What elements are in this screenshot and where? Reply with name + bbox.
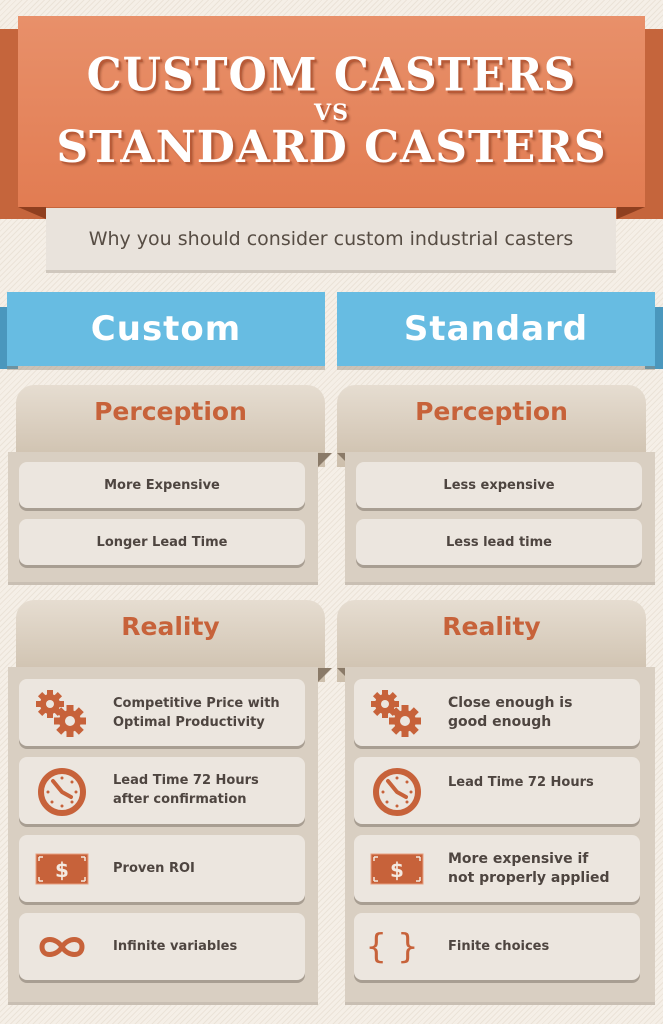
infinity-icon [33, 933, 91, 961]
item-text-line1: Infinite variables [113, 939, 238, 954]
fold-corner [318, 668, 332, 682]
custom-perception-card: More Expensive Longer Lead Time [8, 452, 318, 582]
item-text-line1: Lead Time 72 Hours [448, 775, 594, 790]
ribbon-fold-right [617, 207, 645, 219]
dollar-bill-icon: $ [368, 853, 426, 885]
fold-corner [318, 453, 332, 467]
list-item: Competitive Price with Optimal Productivi… [19, 679, 305, 746]
item-text-line1: Proven ROI [113, 861, 195, 876]
standard-perception-card: Less expensive Less lead time [345, 452, 655, 582]
list-item: Longer Lead Time [19, 519, 305, 565]
clock-icon [33, 767, 91, 817]
list-item: $ Proven ROI [19, 835, 305, 902]
subtitle: Why you should consider custom industria… [46, 208, 616, 270]
item-text: Less expensive [443, 477, 555, 493]
svg-text:$: $ [55, 858, 69, 882]
title-line-2: STANDARD CASTERS [56, 121, 607, 173]
dollar-bill-icon: $ [33, 853, 91, 885]
item-text-line1: Lead Time 72 Hours [113, 773, 259, 788]
item-text-line2: Optimal Productivity [113, 714, 265, 730]
list-item: Less expensive [356, 462, 642, 508]
list-item: $ More expensive if not properly applied [354, 835, 640, 902]
title-vs: VS [314, 99, 349, 126]
list-item: Close enough is good enough [354, 679, 640, 746]
standard-heading: Standard [337, 292, 655, 366]
svg-text:$: $ [390, 858, 404, 882]
item-text-line2: not properly applied [448, 869, 610, 886]
item-text-line2: after confirmation [113, 792, 247, 807]
gears-icon [368, 688, 426, 738]
list-item: Lead Time 72 Hours after confirmation [19, 757, 305, 824]
list-item: {} Finite choices [354, 913, 640, 980]
item-text-line1: Finite choices [448, 939, 550, 954]
title-banner: CUSTOM CASTERS VS STANDARD CASTERS [18, 16, 645, 207]
item-text: Longer Lead Time [96, 534, 228, 550]
item-text: More Expensive [104, 477, 220, 493]
list-item: More Expensive [19, 462, 305, 508]
item-text-line1: Close enough is [448, 694, 573, 711]
item-text-line1: More expensive if [448, 850, 589, 867]
item-text-line1: Competitive Price with [113, 695, 280, 711]
item-text: Less lead time [445, 534, 552, 550]
list-item: Infinite variables [19, 913, 305, 980]
title-line-1: CUSTOM CASTERS [86, 48, 577, 102]
custom-heading: Custom [7, 292, 325, 366]
custom-reality-card: Competitive Price with Optimal Productivi… [8, 667, 318, 1002]
clock-icon [368, 767, 426, 817]
ribbon-fold-left [18, 207, 46, 219]
list-item: Less lead time [356, 519, 642, 565]
item-text-line2: good enough [448, 713, 552, 730]
braces-icon: {} [365, 926, 429, 967]
gears-icon [33, 688, 91, 738]
list-item: Lead Time 72 Hours [354, 757, 640, 824]
standard-reality-card: Close enough is good enough Lead Time 72 … [345, 667, 655, 1002]
